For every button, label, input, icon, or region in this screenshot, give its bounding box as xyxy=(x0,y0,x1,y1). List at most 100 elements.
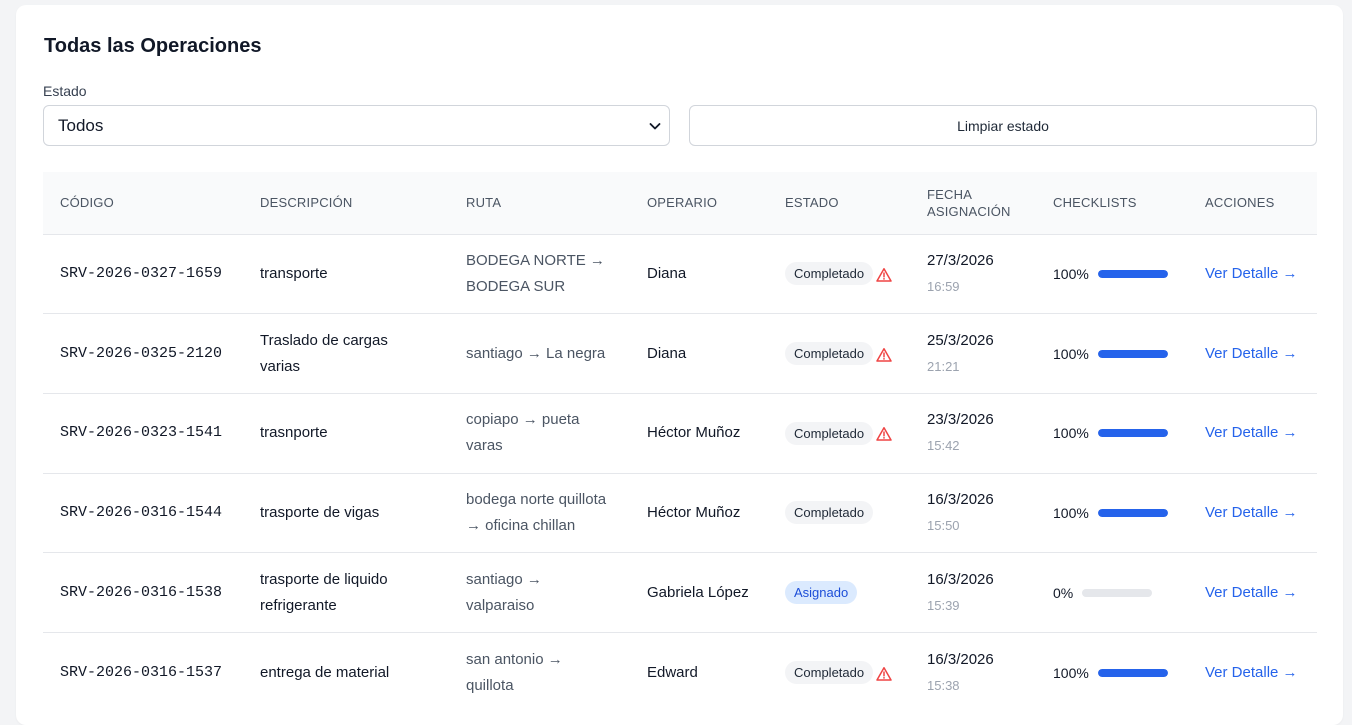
operation-operator: Edward xyxy=(647,663,698,681)
operation-description: trasnporte xyxy=(260,424,328,442)
column-header: DESCRIPCIÓN xyxy=(260,195,353,211)
assignment-time: 21:21 xyxy=(927,358,960,374)
checklist-percent: 100% xyxy=(1053,265,1089,282)
operations-card: Todas las Operaciones Estado Todos Limpi… xyxy=(16,5,1343,725)
checklist-percent: 100% xyxy=(1053,504,1089,521)
operation-code: SRV-2026-0316-1537 xyxy=(60,663,223,681)
view-detail-link[interactable]: Ver Detalle → xyxy=(1205,265,1298,282)
checklist-progress-fill xyxy=(1097,429,1168,438)
status-cell: Completado xyxy=(768,473,910,553)
column-header: RUTA xyxy=(466,195,502,211)
checklist-percent: 100% xyxy=(1053,664,1089,681)
operation-code: SRV-2026-0316-1544 xyxy=(60,503,223,521)
operation-route: san antonio → quillota xyxy=(466,650,563,694)
status-cell: Completado xyxy=(768,632,910,712)
column-header: CHECKLISTS xyxy=(1053,195,1137,211)
status-cell: Completado xyxy=(768,393,910,473)
assignment-date: 16/3/2026 xyxy=(927,650,994,668)
checklist-progress-bar xyxy=(1097,508,1168,517)
operation-code: SRV-2026-0325-2120 xyxy=(60,344,223,362)
column-header: CÓDIGO xyxy=(60,195,114,211)
operation-code: SRV-2026-0316-1538 xyxy=(60,583,223,601)
operation-description: Traslado de cargas varias xyxy=(260,331,388,375)
chevron-down-icon xyxy=(647,118,663,134)
checklist-progress-fill xyxy=(1097,269,1168,278)
operation-route: bodega norte quillota → oficina chillan xyxy=(466,490,607,534)
status-badge: Completado xyxy=(785,421,874,445)
status-select[interactable]: Todos xyxy=(43,105,670,146)
status-badge: Completado xyxy=(785,501,874,525)
checklist-cell: 100% xyxy=(1036,393,1188,473)
checklist-percent: 0% xyxy=(1053,584,1074,601)
status-filter-label: Estado xyxy=(43,83,87,99)
column-header: FECHA ASIGNACIÓN xyxy=(927,186,1011,219)
assignment-date-cell: 16/3/2026 15:39 xyxy=(910,553,1036,633)
column-header: OPERARIO xyxy=(647,195,718,211)
assignment-date-cell: 27/3/2026 16:59 xyxy=(910,234,1036,314)
warning-triangle-icon xyxy=(876,266,892,282)
assignment-date-cell: 16/3/2026 15:38 xyxy=(910,632,1036,712)
view-detail-link[interactable]: Ver Detalle → xyxy=(1205,345,1298,362)
operation-route: BODEGA NORTE → BODEGA SUR xyxy=(466,251,605,295)
status-badge: Completado xyxy=(785,342,874,366)
warning-triangle-icon xyxy=(876,665,892,681)
operation-operator: Gabriela López xyxy=(647,583,749,601)
view-detail-link[interactable]: Ver Detalle → xyxy=(1205,424,1298,441)
warning-triangle-icon xyxy=(876,346,892,362)
checklist-progress-bar xyxy=(1097,429,1168,438)
status-badge: Asignado xyxy=(785,581,858,605)
checklist-progress-bar xyxy=(1082,588,1153,597)
operation-operator: Héctor Muñoz xyxy=(647,503,741,521)
checklist-cell: 100% xyxy=(1036,632,1188,712)
operations-table: CÓDIGO DESCRIPCIÓN RUTA OPERARIO ESTADO … xyxy=(43,172,1317,712)
operation-description: transporte xyxy=(260,264,328,282)
table-row: SRV-2026-0323-1541 trasnporte copiapo → pu… xyxy=(43,393,1317,473)
assignment-date: 16/3/2026 xyxy=(927,490,994,508)
checklist-cell: 0% xyxy=(1036,553,1188,633)
operation-code: SRV-2026-0327-1659 xyxy=(60,264,223,282)
table-header-row: CÓDIGO DESCRIPCIÓN RUTA OPERARIO ESTADO … xyxy=(43,172,1317,234)
status-cell: Asignado xyxy=(768,553,910,633)
status-badge: Completado xyxy=(785,262,874,286)
status-badge: Completado xyxy=(785,661,874,685)
assignment-date-cell: 23/3/2026 15:42 xyxy=(910,393,1036,473)
operation-route: copiapo → pueta varas xyxy=(466,411,580,455)
checklist-progress-bar xyxy=(1097,269,1168,278)
assignment-date: 27/3/2026 xyxy=(927,251,994,269)
assignment-time: 15:50 xyxy=(927,517,960,533)
status-select-value: Todos xyxy=(58,115,104,135)
warning-triangle-icon xyxy=(876,425,892,441)
checklist-percent: 100% xyxy=(1053,425,1089,442)
view-detail-link[interactable]: Ver Detalle → xyxy=(1205,504,1298,521)
actions-cell: Ver Detalle → xyxy=(1188,473,1317,553)
status-cell: Completado xyxy=(768,314,910,394)
column-header: ESTADO xyxy=(785,195,839,211)
actions-cell: Ver Detalle → xyxy=(1188,632,1317,712)
checklist-progress-fill xyxy=(1097,668,1168,677)
view-detail-link[interactable]: Ver Detalle → xyxy=(1205,584,1298,601)
table-row: SRV-2026-0327-1659 transporte BODEGA NORTE… xyxy=(43,234,1317,314)
operation-code: SRV-2026-0323-1541 xyxy=(60,424,223,442)
checklist-progress-bar xyxy=(1097,668,1168,677)
actions-cell: Ver Detalle → xyxy=(1188,393,1317,473)
table-row: SRV-2026-0316-1544 trasporte de vigas bode… xyxy=(43,473,1317,553)
assignment-time: 16:59 xyxy=(927,278,960,294)
operation-operator: Diana xyxy=(647,264,687,282)
view-detail-link[interactable]: Ver Detalle → xyxy=(1205,664,1298,681)
assignment-time: 15:42 xyxy=(927,438,960,454)
assignment-date: 25/3/2026 xyxy=(927,331,994,349)
checklist-progress-fill xyxy=(1097,349,1168,358)
operation-description: trasporte de liquido refrigerante xyxy=(260,570,388,614)
clear-status-button[interactable]: Limpiar estado xyxy=(689,105,1317,146)
table-row: SRV-2026-0325-2120 Traslado de cargas var… xyxy=(43,313,1317,394)
table-row: SRV-2026-0316-1538 trasporte de liquido r… xyxy=(43,552,1317,633)
assignment-date-cell: 16/3/2026 15:50 xyxy=(910,473,1036,553)
operation-route: santiago → valparaiso xyxy=(466,570,542,614)
operation-route: santiago → La negra xyxy=(466,344,606,362)
operation-description: entrega de material xyxy=(260,663,390,681)
status-cell: Completado xyxy=(768,234,910,314)
page-title: Todas las Operaciones xyxy=(44,35,262,57)
assignment-time: 15:38 xyxy=(927,677,960,693)
operation-description: trasporte de vigas xyxy=(260,503,380,521)
assignment-date: 23/3/2026 xyxy=(927,411,994,429)
